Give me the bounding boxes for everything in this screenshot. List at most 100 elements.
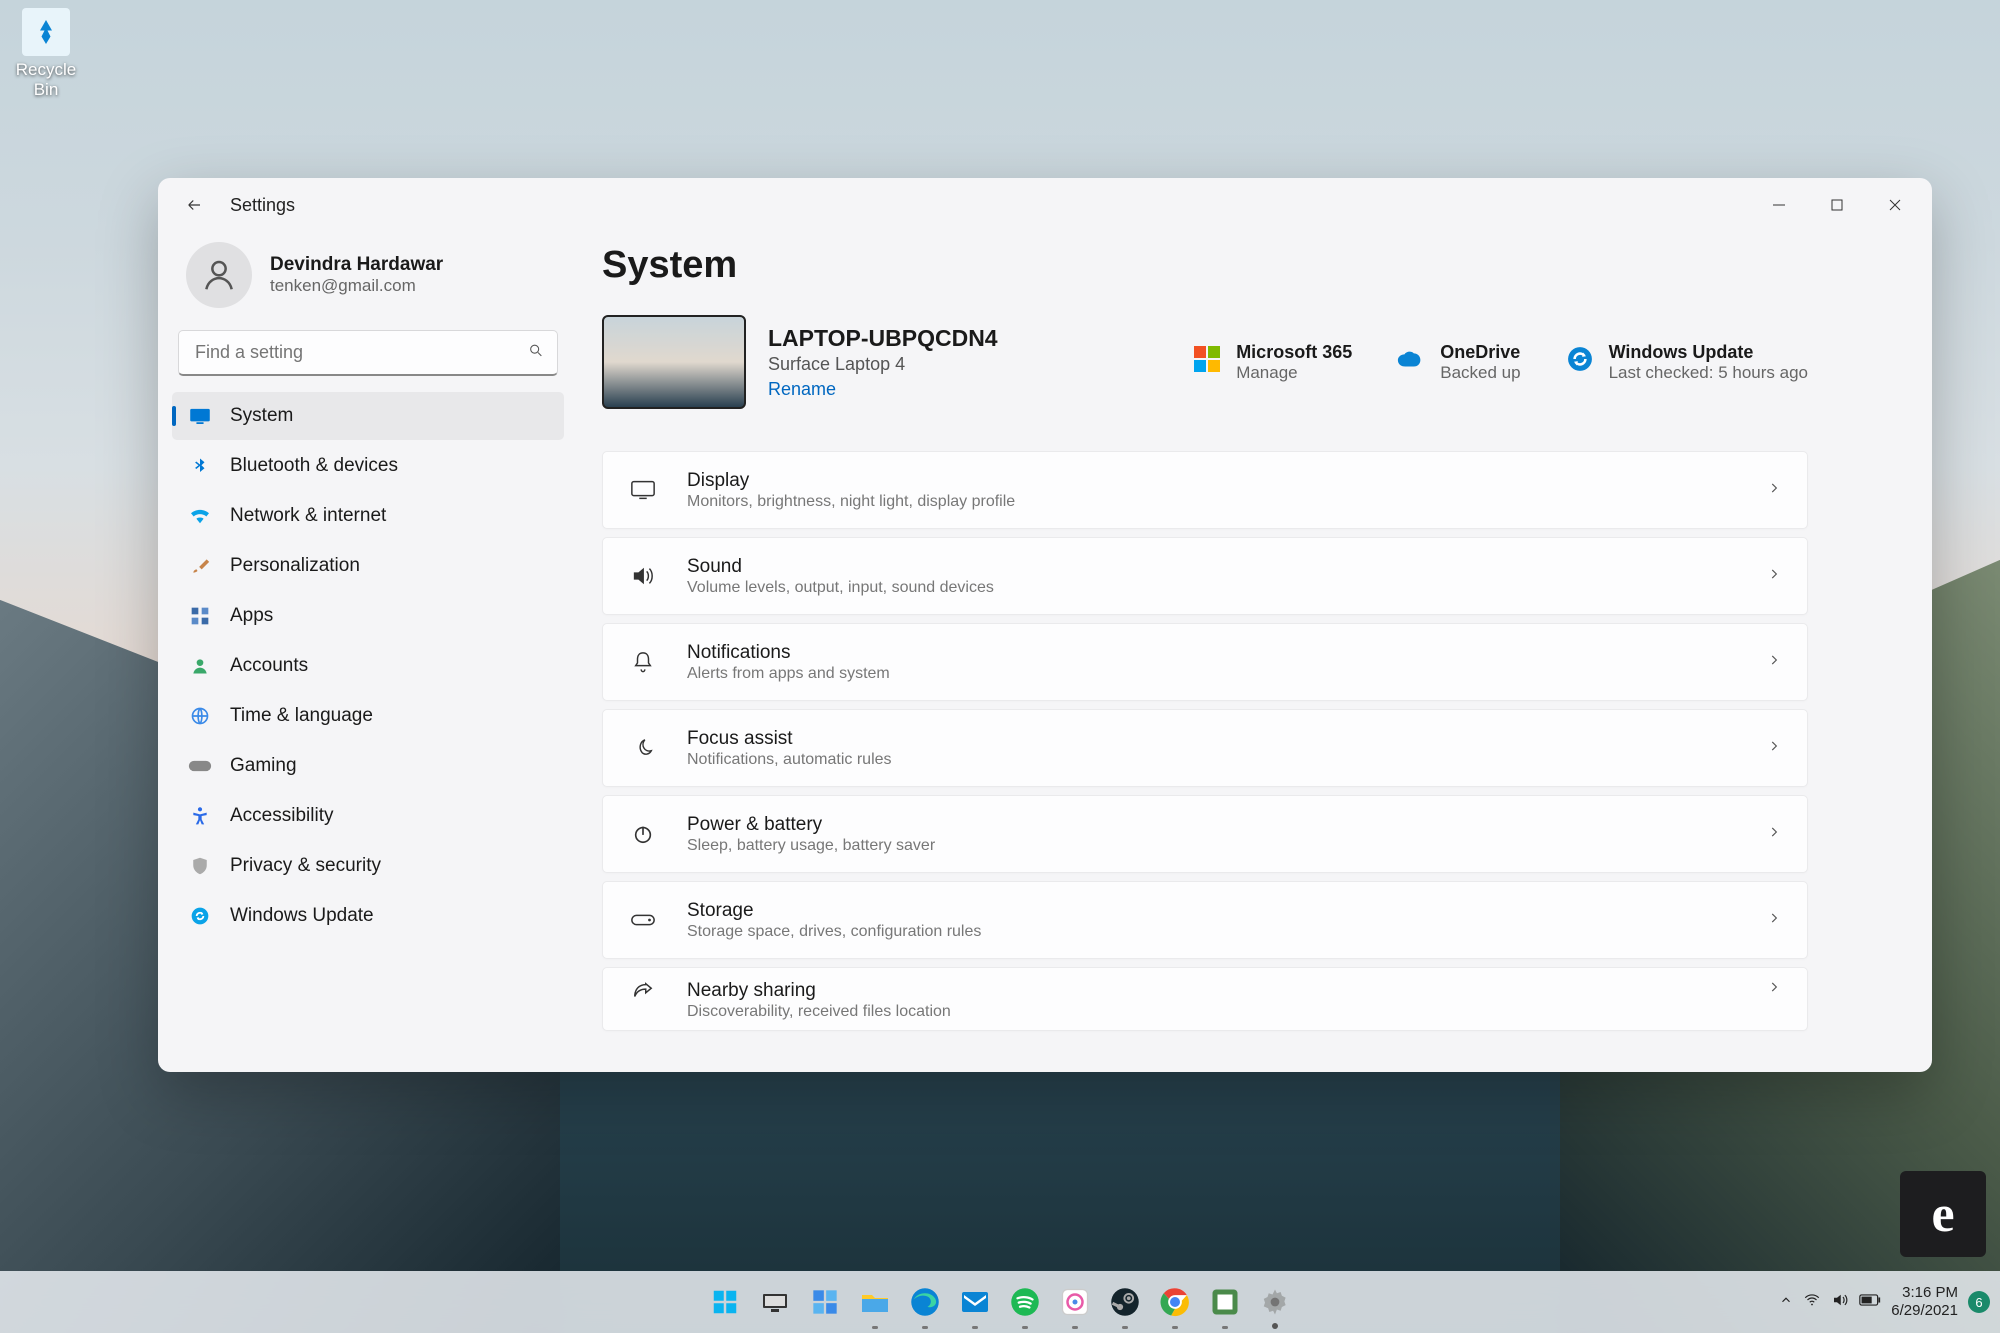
maximize-button[interactable] — [1808, 185, 1866, 225]
card-title: Notifications — [687, 642, 890, 664]
nav-item-gaming[interactable]: Gaming — [172, 742, 564, 790]
onedrive-icon — [1396, 344, 1426, 374]
device-thumbnail — [602, 315, 746, 409]
card-focus-assist[interactable]: Focus assistNotifications, automatic rul… — [602, 709, 1808, 787]
card-title: Display — [687, 470, 1015, 492]
card-sub: Storage space, drives, configuration rul… — [687, 923, 981, 941]
chevron-right-icon — [1767, 911, 1781, 930]
status-title: Windows Update — [1609, 342, 1808, 363]
taskbar-chrome[interactable] — [1154, 1281, 1196, 1323]
nav-item-windows-update[interactable]: Windows Update — [172, 892, 564, 940]
recycle-bin-label: Recycle Bin — [8, 60, 84, 100]
storage-icon — [629, 913, 657, 927]
battery-icon[interactable] — [1859, 1293, 1881, 1311]
status-title: Microsoft 365 — [1236, 342, 1352, 363]
gamepad-icon — [188, 754, 212, 778]
volume-icon[interactable] — [1831, 1291, 1849, 1313]
nav-item-time-language[interactable]: Time & language — [172, 692, 564, 740]
close-button[interactable] — [1866, 185, 1924, 225]
time-label: 3:16 PM — [1891, 1284, 1958, 1302]
nav-item-accessibility[interactable]: Accessibility — [172, 792, 564, 840]
taskbar-app1[interactable] — [1054, 1281, 1096, 1323]
sound-icon — [629, 565, 657, 587]
shield-icon — [188, 854, 212, 878]
card-title: Focus assist — [687, 728, 892, 750]
nav-item-system[interactable]: System — [172, 392, 564, 440]
avatar — [186, 242, 252, 308]
profile-email: tenken@gmail.com — [270, 276, 443, 296]
taskbar-mail[interactable] — [954, 1281, 996, 1323]
person-icon — [188, 654, 212, 678]
clock[interactable]: 3:16 PM 6/29/2021 — [1891, 1284, 1958, 1320]
taskbar-taskview[interactable] — [754, 1281, 796, 1323]
ms365-icon — [1192, 344, 1222, 374]
card-title: Sound — [687, 556, 994, 578]
system-icon — [188, 404, 212, 428]
status-onedrive[interactable]: OneDriveBacked up — [1396, 342, 1520, 383]
notification-badge[interactable]: 6 — [1968, 1291, 1990, 1313]
page-heading: System — [602, 244, 1808, 287]
card-title: Storage — [687, 900, 981, 922]
profile-name: Devindra Hardawar — [270, 254, 443, 276]
taskbar-spotify[interactable] — [1004, 1281, 1046, 1323]
taskbar-steam[interactable] — [1104, 1281, 1146, 1323]
update-icon — [1565, 344, 1595, 374]
card-sub: Volume levels, output, input, sound devi… — [687, 579, 994, 597]
status-sub: Manage — [1236, 363, 1352, 383]
nav-item-apps[interactable]: Apps — [172, 592, 564, 640]
card-nearby-sharing[interactable]: Nearby sharingDiscoverability, received … — [602, 967, 1808, 1031]
power-icon — [629, 823, 657, 845]
card-title: Nearby sharing — [687, 980, 951, 1002]
nav-item-accounts[interactable]: Accounts — [172, 642, 564, 690]
back-button[interactable] — [176, 187, 212, 223]
card-sub: Monitors, brightness, night light, displ… — [687, 493, 1015, 511]
card-notifications[interactable]: NotificationsAlerts from apps and system — [602, 623, 1808, 701]
card-storage[interactable]: StorageStorage space, drives, configurat… — [602, 881, 1808, 959]
recycle-bin[interactable]: Recycle Bin — [8, 8, 84, 100]
status-ms365[interactable]: Microsoft 365Manage — [1192, 342, 1352, 383]
nav-item-label: Privacy & security — [230, 855, 381, 877]
card-sub: Notifications, automatic rules — [687, 751, 892, 769]
search-input[interactable] — [178, 330, 558, 376]
taskbar-start[interactable] — [704, 1281, 746, 1323]
nav-item-personalization[interactable]: Personalization — [172, 542, 564, 590]
titlebar: Settings — [158, 178, 1932, 232]
rename-link[interactable]: Rename — [768, 379, 998, 400]
taskbar-edge[interactable] — [904, 1281, 946, 1323]
card-power-battery[interactable]: Power & batterySleep, battery usage, bat… — [602, 795, 1808, 873]
card-display[interactable]: DisplayMonitors, brightness, night light… — [602, 451, 1808, 529]
globe-icon — [188, 704, 212, 728]
nav-item-label: Accessibility — [230, 805, 333, 827]
taskbar-explorer[interactable] — [854, 1281, 896, 1323]
moon-icon — [629, 737, 657, 759]
nav-item-label: System — [230, 405, 293, 427]
apps-icon — [188, 604, 212, 628]
nav-item-bluetooth-devices[interactable]: Bluetooth & devices — [172, 442, 564, 490]
chevron-right-icon — [1767, 567, 1781, 586]
recycle-bin-icon — [22, 8, 70, 56]
nav-item-network-internet[interactable]: Network & internet — [172, 492, 564, 540]
status-update[interactable]: Windows UpdateLast checked: 5 hours ago — [1565, 342, 1808, 383]
profile-block[interactable]: Devindra Hardawar tenken@gmail.com — [172, 232, 564, 330]
nav-list: System Bluetooth & devicesNetwork & inter… — [172, 392, 564, 940]
wifi-icon[interactable] — [1803, 1291, 1821, 1313]
tray-chevron-icon[interactable] — [1779, 1293, 1793, 1311]
search-icon — [528, 343, 544, 364]
taskbar-widgets[interactable] — [804, 1281, 846, 1323]
taskbar-app2[interactable] — [1204, 1281, 1246, 1323]
system-tray[interactable]: 3:16 PM 6/29/2021 6 — [1779, 1284, 1990, 1320]
bluetooth-icon — [188, 454, 212, 478]
nav-item-label: Personalization — [230, 555, 360, 577]
taskbar-settings[interactable] — [1254, 1281, 1296, 1323]
card-sub: Sleep, battery usage, battery saver — [687, 837, 935, 855]
card-sound[interactable]: SoundVolume levels, output, input, sound… — [602, 537, 1808, 615]
chevron-right-icon — [1767, 825, 1781, 844]
display-icon — [629, 479, 657, 501]
sidebar: Devindra Hardawar tenken@gmail.com Syste… — [158, 232, 578, 1072]
nav-item-privacy-security[interactable]: Privacy & security — [172, 842, 564, 890]
card-sub: Discoverability, received files location — [687, 1003, 951, 1021]
nav-item-label: Time & language — [230, 705, 373, 727]
date-label: 6/29/2021 — [1891, 1302, 1958, 1320]
status-sub: Last checked: 5 hours ago — [1609, 363, 1808, 383]
minimize-button[interactable] — [1750, 185, 1808, 225]
